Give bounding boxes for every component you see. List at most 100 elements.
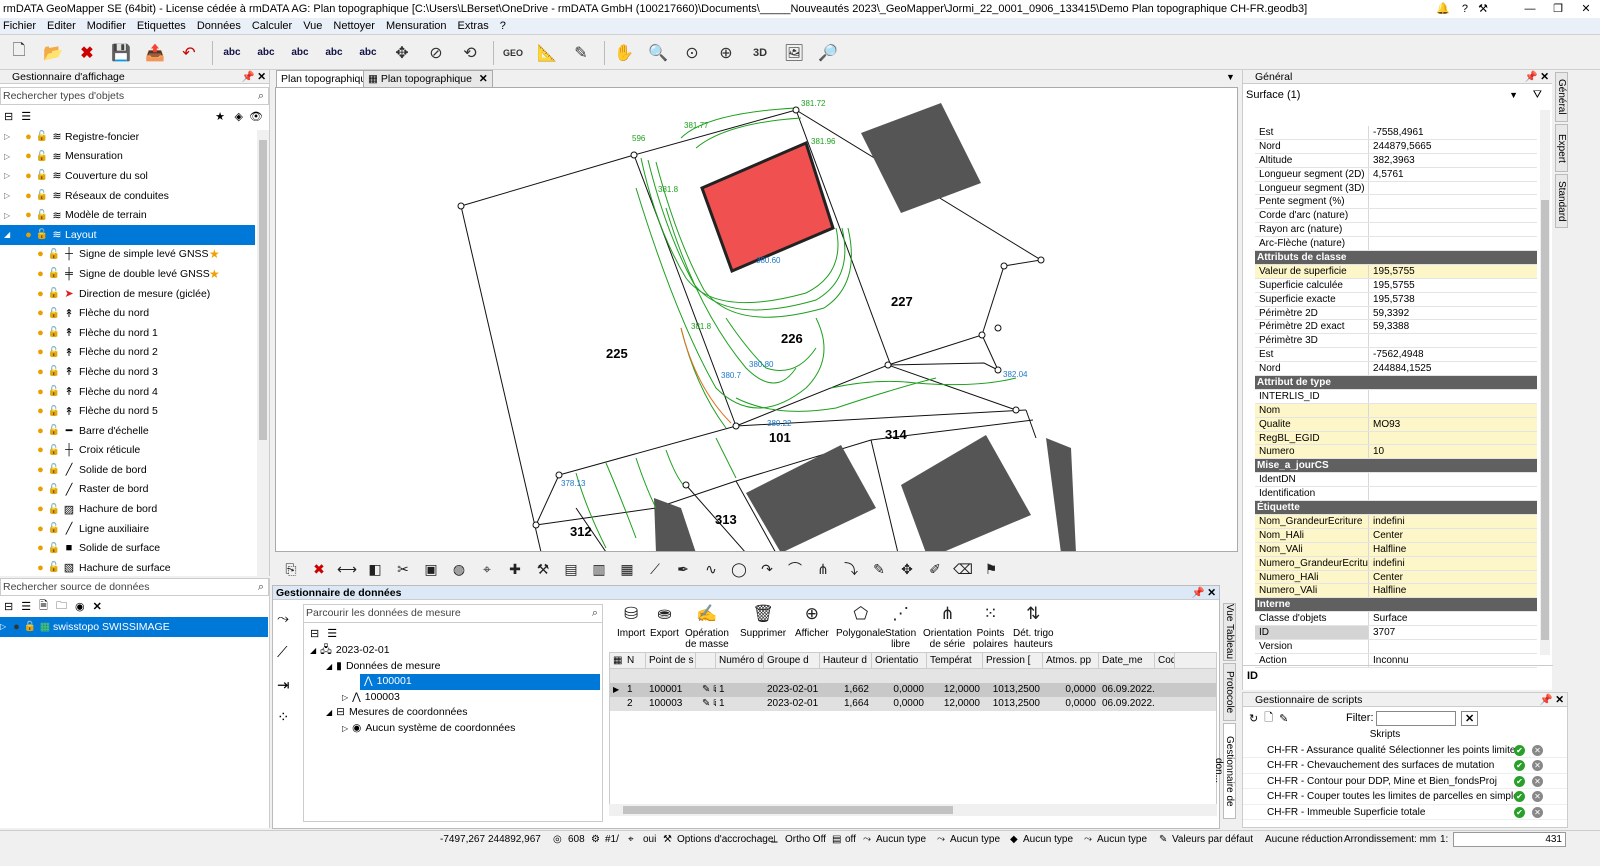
menu-extras[interactable]: Extras [458,20,489,32]
map-canvas[interactable]: 225 226 227 101 314 312 313 381.77 381.96 381.8 3… [275,87,1238,552]
run-check-icon[interactable]: ✔ [1514,760,1525,772]
property-row[interactable]: Qualite MO93 [1255,417,1537,432]
tree-node[interactable]: ◢ ⊟ Mesures de coordonnées [304,705,602,721]
table-cell[interactable]: 2023-02-01 [764,683,820,697]
grid-column-header[interactable]: Date_me [1099,653,1155,668]
collapse-icon[interactable]: ⊟ [1245,376,1255,389]
property-row[interactable]: Nom_HAli Center [1255,528,1537,543]
lock-icon[interactable]: 🔓 [47,425,61,436]
edit-tool-icon[interactable]: ✎ [566,39,596,67]
visibility-bulb-icon[interactable]: ● [34,346,47,358]
close-icon[interactable]: ✕ [1207,586,1216,600]
table-cell[interactable]: 0,0000 [1043,683,1099,697]
grid-filter-row[interactable] [610,669,1216,683]
property-row[interactable]: Est -7562,4948 [1255,348,1537,363]
expand-arrow-icon[interactable]: ▷ [4,191,14,200]
polygon-button[interactable]: ⬠ Polygonale [836,605,885,640]
property-row[interactable]: Nord 244884,1525 [1255,362,1537,377]
layout-item[interactable]: ● 🔓 ↟ Flèche du nord [0,303,255,323]
menu-fichier[interactable]: Fichier [3,20,36,32]
layer-group-mod-le-de-terrain[interactable]: ▷ ● 🔓 ≋ Modèle de terrain [0,205,255,225]
property-row[interactable]: Périmètre 2D 59,3392 [1255,306,1537,321]
property-value[interactable] [1369,640,1537,653]
mass-operation-button[interactable]: ✍ Opération de masse [685,605,729,650]
list-icon[interactable]: ☰ [21,110,31,123]
status-off[interactable]: off [845,831,856,849]
table-row[interactable]: ▶1100001✎⧉12023-02-011,6620,000012,00001… [610,683,1216,697]
series-orientation-button[interactable]: ⋔ Orientation de série [923,605,972,650]
property-row[interactable]: ID 3707 [1255,626,1537,640]
property-row[interactable]: Altitude 382,3963 [1255,153,1537,168]
lock-icon[interactable]: 🔓 [47,464,61,475]
property-value[interactable]: indefini [1369,515,1537,528]
tab-gestionnaire-donnees[interactable]: Gestionnaire de don... [1213,723,1236,819]
tree-node[interactable]: ▷ ◉ Aucun système de coordonnées [304,721,602,737]
delete-tool-icon[interactable]: ✖ [307,557,331,581]
expand-arrow-icon[interactable]: ▷ [342,693,348,702]
remove-script-icon[interactable]: ✕ [1532,806,1543,818]
tab-protocole[interactable]: Protocole [1223,663,1236,721]
source-item-swissimage[interactable]: ▷ ● 🔒 ▦ swisstopo SWISSIMAGE [0,617,268,637]
line-tool-icon[interactable]: ⟋ [643,557,667,581]
expand-arrow-icon[interactable]: ◢ [326,662,332,671]
property-value[interactable]: indefini [1369,557,1537,570]
status-type-2[interactable]: Aucun type [950,831,1000,849]
car2-tool-icon[interactable]: ▦ [615,557,639,581]
menu-donn-es[interactable]: Données [197,20,241,32]
tab-plan-topographique-2[interactable]: ▦ Plan topographique ✕ [363,70,493,87]
tree-node[interactable]: ◢ ▮ Données de mesure [304,659,602,675]
tree-node[interactable]: ◢ 🖧 2023-02-01 [304,643,602,659]
status-type-4[interactable]: Aucun type [1097,831,1147,849]
remove-script-icon[interactable]: ✕ [1532,760,1543,772]
lock-icon[interactable]: 🔓 [47,327,61,338]
pan-icon[interactable]: ✋ [609,39,639,67]
lock-icon[interactable]: 🔓 [47,484,61,495]
geo-icon[interactable]: GEO [498,39,528,67]
snap-icon[interactable]: ⚙ [591,831,600,849]
table-cell[interactable]: 1 [716,683,764,697]
object-type-search-input[interactable]: Rechercher types d'objets ⌕ [0,87,269,105]
tab-general[interactable]: Général [1555,72,1568,122]
property-row[interactable]: Pente segment (%) [1255,195,1537,210]
collapse-icon[interactable]: ⊟ [1245,251,1255,264]
property-value[interactable] [1369,182,1537,195]
measure-route-icon[interactable]: ⤳ [277,610,301,644]
3d-view-icon[interactable]: 3D [745,39,775,67]
dropdown-arrow-icon[interactable]: ▼ [1509,90,1518,100]
property-value[interactable]: 244879,5665 [1369,140,1537,153]
scatter-points-icon[interactable]: ⁘ [277,708,301,740]
table-cell[interactable]: 1 [716,697,764,711]
run-check-icon[interactable]: ✔ [1514,745,1525,756]
property-value[interactable]: MO93 [1369,418,1537,431]
visibility-bulb-icon[interactable]: ● [34,503,47,515]
property-value[interactable]: 3707 [1369,626,1537,639]
tool-tool-icon[interactable]: ⚒ [531,557,555,581]
visibility-bulb-icon[interactable]: ● [22,170,35,182]
property-value[interactable]: 195,5738 [1369,293,1537,306]
property-row[interactable]: Périmètre 2D exact 59,3388 [1255,320,1537,335]
property-value[interactable]: 382,3963 [1369,154,1537,167]
visibility-bulb-icon[interactable]: ● [34,542,47,554]
visibility-bulb-icon[interactable]: ● [34,268,47,280]
zoom-extent-icon[interactable]: ⊙ [677,39,707,67]
close-icon[interactable]: ✕ [1555,693,1564,707]
visibility-bulb-icon[interactable]: ● [34,307,47,319]
pencil-tool-icon[interactable]: ✎ [867,557,891,581]
table-cell[interactable] [1155,697,1175,711]
tab-standard[interactable]: Standard [1555,174,1568,228]
grid-corner-icon[interactable]: ▦ [610,653,624,668]
property-row[interactable]: Rayon arc (nature) [1255,223,1537,238]
property-category[interactable]: ⊟ Étiquette [1245,501,1537,515]
layout-item[interactable]: ● 🔓 ┼ Signe de simple levé GNSS ★ [0,245,255,265]
snap-tool-icon[interactable]: ⌖ [628,831,634,849]
table-cell[interactable]: 06.09.2022... [1099,683,1155,697]
table-cell[interactable]: ✎⧉ [696,683,716,697]
property-value[interactable]: Halfline [1369,543,1537,556]
status-type-1[interactable]: Aucun type [876,831,926,849]
status-ortho[interactable]: Ortho Off [785,831,826,849]
table-cell[interactable]: 1,662 [820,683,872,697]
visibility-bulb-icon[interactable]: ● [34,562,47,574]
property-scrollbar[interactable] [1540,110,1550,655]
grid-column-header[interactable]: Atmos. pp [1043,653,1099,668]
folder-icon[interactable]: 🗀 [56,597,67,616]
